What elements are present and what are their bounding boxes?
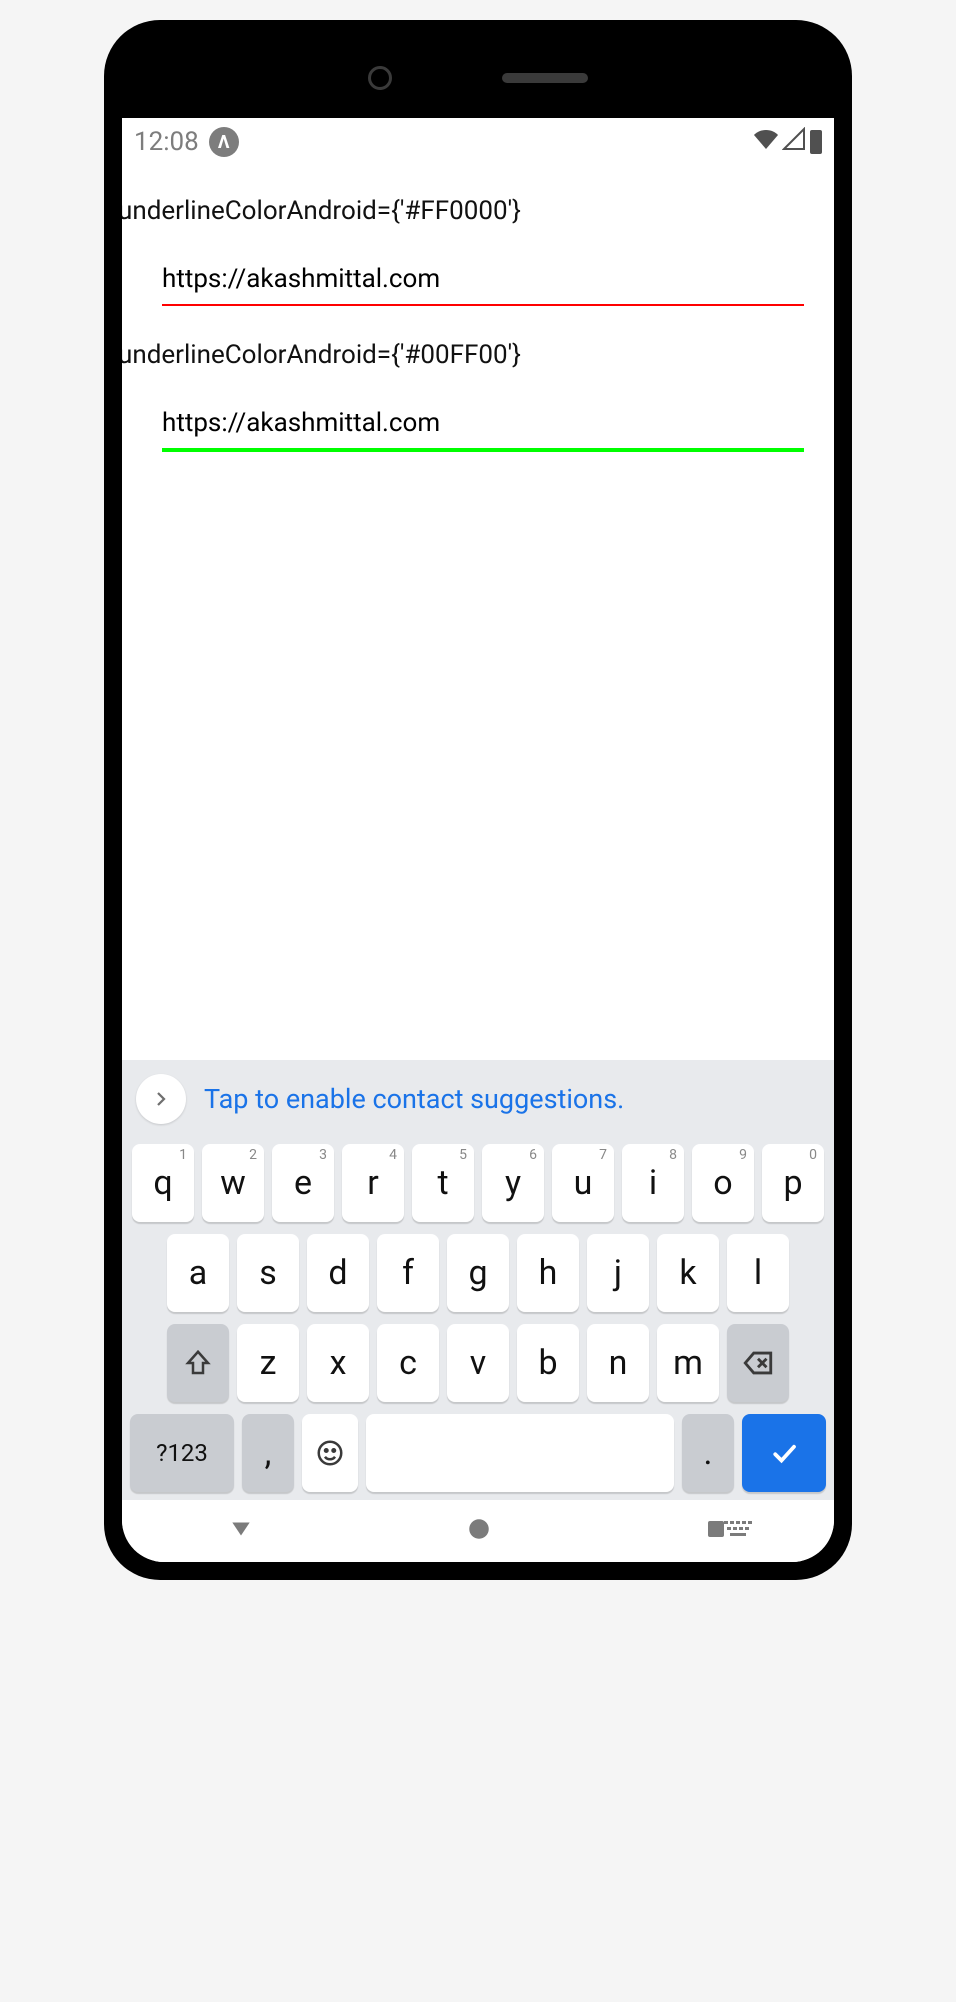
app-badge-icon: Λ (209, 127, 239, 157)
key-u[interactable]: u7 (552, 1144, 614, 1222)
app-content: underlineColorAndroid={'#FF0000'} underl… (122, 166, 834, 452)
key-l[interactable]: l (727, 1234, 789, 1312)
period-key[interactable]: . (682, 1414, 734, 1492)
input-wrap-1 (122, 226, 834, 306)
backspace-key[interactable] (727, 1324, 789, 1402)
phone-frame: 12:08 Λ underlineColorAndroid={'#FF0000'… (104, 20, 852, 1580)
text-input-green-wrap[interactable] (162, 398, 804, 452)
key-g[interactable]: g (447, 1234, 509, 1312)
phone-inner: 12:08 Λ underlineColorAndroid={'#FF0000'… (122, 38, 834, 1562)
chevron-right-icon[interactable] (136, 1074, 186, 1124)
signal-icon (782, 127, 806, 158)
camera-icon (368, 66, 392, 90)
key-d[interactable]: d (307, 1234, 369, 1312)
status-bar: 12:08 Λ (122, 118, 834, 166)
key-q[interactable]: q1 (132, 1144, 194, 1222)
status-left: 12:08 Λ (134, 127, 239, 157)
key-o[interactable]: o9 (692, 1144, 754, 1222)
status-right (754, 127, 822, 158)
key-e[interactable]: e3 (272, 1144, 334, 1222)
label-underline-red: underlineColorAndroid={'#FF0000'} (122, 196, 834, 226)
battery-icon (810, 130, 822, 154)
key-i[interactable]: i8 (622, 1144, 684, 1222)
key-f[interactable]: f (377, 1234, 439, 1312)
key-k[interactable]: k (657, 1234, 719, 1312)
key-row-3: zxcvbnm (130, 1324, 826, 1402)
key-rows: q1w2e3r4t5y6u7i8o9p0 asdfghjkl zxcvbnm ?… (122, 1138, 834, 1500)
space-key[interactable] (366, 1414, 674, 1492)
suggestion-text[interactable]: Tap to enable contact suggestions. (204, 1083, 624, 1115)
keyboard: Tap to enable contact suggestions. q1w2e… (122, 1060, 834, 1500)
key-row-1: q1w2e3r4t5y6u7i8o9p0 (130, 1144, 826, 1222)
enter-key[interactable] (742, 1414, 826, 1492)
key-p[interactable]: p0 (762, 1144, 824, 1222)
screen: 12:08 Λ underlineColorAndroid={'#FF0000'… (122, 118, 834, 1562)
keyboard-switch-icon[interactable] (724, 1517, 754, 1545)
key-row-4: ?123 , . (130, 1414, 826, 1492)
key-x[interactable]: x (307, 1324, 369, 1402)
android-nav-bar (122, 1500, 834, 1562)
speaker-grill (502, 73, 588, 83)
key-row-2: asdfghjkl (130, 1234, 826, 1312)
key-h[interactable]: h (517, 1234, 579, 1312)
key-s[interactable]: s (237, 1234, 299, 1312)
wifi-icon (754, 127, 778, 158)
phone-top-hardware (122, 38, 834, 118)
comma-key[interactable]: , (242, 1414, 294, 1492)
key-v[interactable]: v (447, 1324, 509, 1402)
nav-home-icon[interactable] (466, 1516, 492, 1546)
key-t[interactable]: t5 (412, 1144, 474, 1222)
suggestion-bar[interactable]: Tap to enable contact suggestions. (122, 1060, 834, 1138)
key-w[interactable]: w2 (202, 1144, 264, 1222)
input-wrap-2 (122, 370, 834, 452)
nav-back-icon[interactable] (228, 1516, 254, 1546)
key-r[interactable]: r4 (342, 1144, 404, 1222)
key-c[interactable]: c (377, 1324, 439, 1402)
status-time: 12:08 (134, 127, 199, 157)
key-y[interactable]: y6 (482, 1144, 544, 1222)
key-b[interactable]: b (517, 1324, 579, 1402)
symbols-key[interactable]: ?123 (130, 1414, 234, 1492)
key-m[interactable]: m (657, 1324, 719, 1402)
emoji-key[interactable] (302, 1414, 358, 1492)
text-input-green[interactable] (162, 398, 804, 448)
key-j[interactable]: j (587, 1234, 649, 1312)
key-n[interactable]: n (587, 1324, 649, 1402)
key-z[interactable]: z (237, 1324, 299, 1402)
key-a[interactable]: a (167, 1234, 229, 1312)
label-underline-green: underlineColorAndroid={'#00FF00'} (122, 340, 834, 370)
text-input-red[interactable] (162, 254, 804, 306)
shift-key[interactable] (167, 1324, 229, 1402)
